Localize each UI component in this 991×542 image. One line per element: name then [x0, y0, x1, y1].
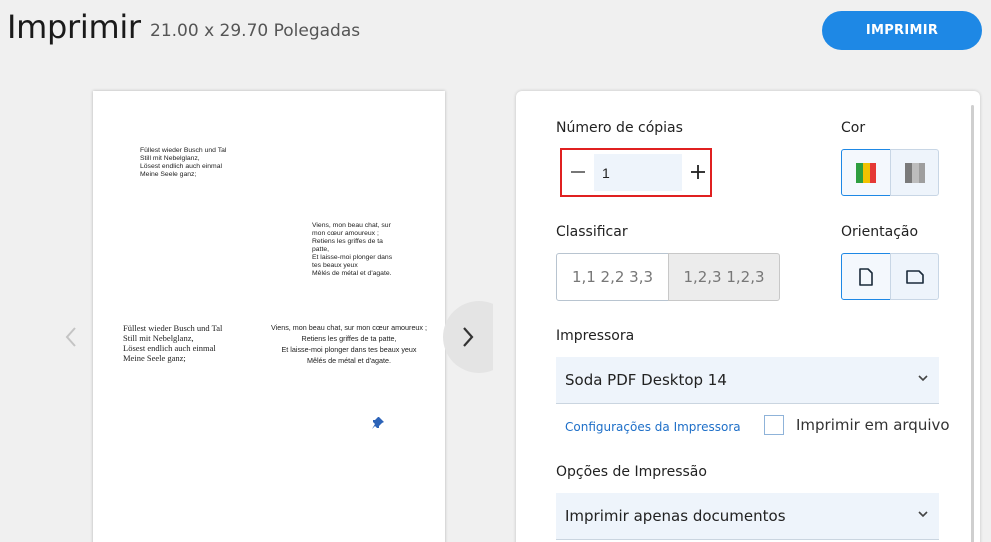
print-settings-panel: Número de cópias Cor Classificar 1,1 2,2…	[516, 91, 980, 542]
preview-text-block: Viens, mon beau chat, sur mon cœur amour…	[312, 222, 393, 277]
chevron-down-icon	[918, 511, 928, 518]
grayscale-bars-icon	[904, 162, 925, 183]
preview-text-block: Füllest wieder Busch und Tal Still mit N…	[140, 147, 227, 178]
print-to-file-label: Imprimir em arquivo	[796, 416, 950, 434]
next-page-button[interactable]	[443, 301, 493, 373]
color-label: Cor	[841, 120, 866, 136]
print-options-select-value: Imprimir apenas documentos	[565, 507, 786, 525]
color-mode-button[interactable]	[841, 149, 891, 196]
minus-icon	[571, 171, 585, 173]
collate-off-button[interactable]: 1,1 2,2 3,3	[556, 253, 669, 301]
chevron-right-icon	[463, 327, 474, 347]
printer-select[interactable]: Soda PDF Desktop 14	[556, 357, 939, 404]
copies-stepper	[560, 148, 712, 197]
copies-label: Número de cópias	[556, 120, 683, 136]
color-bars-icon	[856, 162, 876, 183]
scrollbar[interactable]	[971, 105, 974, 542]
preview-text-block: Viens, mon beau chat, sur mon cœur amour…	[270, 323, 428, 365]
printer-select-value: Soda PDF Desktop 14	[565, 371, 727, 389]
decrement-button[interactable]	[566, 160, 590, 184]
landscape-page-icon	[905, 269, 924, 284]
portrait-page-icon	[859, 267, 873, 286]
print-to-file-checkbox[interactable]	[764, 415, 784, 435]
printer-label: Impressora	[556, 328, 635, 344]
preview-text-block: Füllest wieder Busch und Tal Still mit N…	[123, 323, 223, 363]
print-options-select[interactable]: Imprimir apenas documentos	[556, 493, 939, 540]
landscape-button[interactable]	[890, 253, 939, 300]
grayscale-mode-button[interactable]	[890, 149, 939, 196]
previous-page-button[interactable]	[58, 322, 84, 352]
printer-settings-link[interactable]: Configurações da Impressora	[565, 420, 741, 434]
orientation-label: Orientação	[841, 224, 919, 240]
print-options-label: Opções de Impressão	[556, 464, 707, 480]
paper-size-label: 21.00 x 29.70 Polegadas	[150, 21, 361, 41]
increment-button[interactable]	[686, 160, 710, 184]
collate-label: Classificar	[556, 224, 628, 240]
portrait-button[interactable]	[841, 253, 891, 300]
copies-input[interactable]	[594, 154, 682, 191]
chevron-left-icon	[65, 327, 76, 347]
page-title: Imprimir	[7, 8, 141, 46]
print-preview-page: Füllest wieder Busch und Tal Still mit N…	[93, 91, 445, 542]
collate-on-button[interactable]: 1,2,3 1,2,3	[668, 253, 780, 301]
plus-icon	[691, 165, 705, 179]
pin-icon	[372, 417, 384, 429]
print-button[interactable]: IMPRIMIR	[822, 11, 982, 50]
chevron-down-icon	[918, 375, 928, 382]
